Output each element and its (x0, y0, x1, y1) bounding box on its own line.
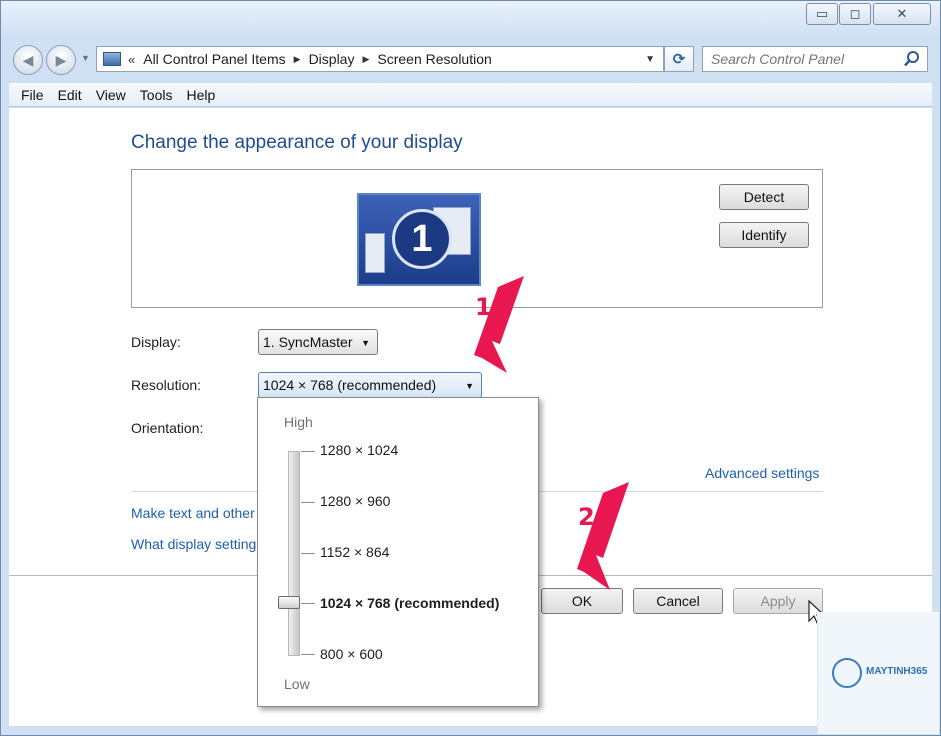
text-size-link[interactable]: Make text and other (131, 505, 255, 521)
forward-button[interactable]: ▶ (46, 45, 76, 75)
brand-name: MAYTINH365 (866, 666, 928, 677)
breadcrumb-display[interactable]: Display (309, 51, 355, 67)
minimize-icon: ▭ (815, 6, 829, 21)
navigation-bar: ◀ ▶ ▼ « All Control Panel Items ▶ Displa… (1, 39, 940, 77)
recent-pages-dropdown-icon[interactable]: ▼ (81, 53, 90, 63)
resolution-option-1280x960[interactable]: 1280 × 960 (320, 493, 390, 509)
orientation-label: Orientation: (131, 420, 204, 436)
resolution-slider-thumb[interactable] (278, 596, 300, 609)
breadcrumb-overflow[interactable]: « (128, 52, 135, 67)
low-label: Low (284, 676, 310, 692)
slider-tick (301, 451, 315, 452)
forward-arrow-icon: ▶ (55, 51, 67, 68)
control-panel-icon (103, 52, 121, 66)
resolution-slider-track[interactable] (288, 451, 300, 656)
menu-file[interactable]: File (21, 87, 44, 103)
page-title: Change the appearance of your display (131, 132, 463, 153)
back-button[interactable]: ◀ (13, 45, 43, 75)
back-arrow-icon: ◀ (22, 51, 34, 68)
watermark-logo: MAYTINH365 (817, 612, 939, 734)
resolution-option-1024x768-selected[interactable]: 1024 × 768 (recommended) (320, 595, 499, 611)
maximize-icon: ◻ (849, 6, 861, 21)
breadcrumb-screen-resolution[interactable]: Screen Resolution (377, 51, 491, 67)
window-preview (365, 233, 385, 273)
chevron-down-icon: ▼ (465, 381, 474, 391)
breadcrumb-arrow-icon[interactable]: ▶ (294, 54, 301, 65)
display-label: Display: (131, 334, 181, 350)
slider-tick (301, 654, 315, 655)
resolution-dropdown-popup[interactable]: High 1280 × 1024 1280 × 960 1152 × 864 1… (257, 397, 539, 707)
monitor-number-badge: 1 (392, 209, 452, 269)
display-select-value: 1. SyncMaster (263, 334, 353, 350)
refresh-icon: ⟳ (672, 51, 686, 68)
search-icon[interactable] (903, 50, 921, 68)
menu-bar: File Edit View Tools Help (9, 83, 932, 107)
menu-help[interactable]: Help (186, 87, 215, 103)
chevron-down-icon: ▼ (361, 338, 370, 348)
monitor-preview-panel: 1 Detect Identify (131, 169, 823, 308)
slider-tick (301, 603, 315, 604)
breadcrumb-all-control-panel-items[interactable]: All Control Panel Items (143, 51, 285, 67)
menu-edit[interactable]: Edit (58, 87, 82, 103)
close-button[interactable]: ✕ (873, 3, 931, 25)
search-box[interactable] (702, 46, 928, 72)
resolution-label: Resolution: (131, 377, 202, 393)
brand-logo-icon (832, 658, 862, 688)
high-label: High (284, 414, 313, 430)
display-settings-help-link[interactable]: What display setting (131, 536, 256, 552)
close-icon: ✕ (896, 6, 908, 21)
identify-button[interactable]: Identify (719, 222, 809, 248)
advanced-settings-link[interactable]: Advanced settings (705, 465, 819, 481)
ok-button[interactable]: OK (541, 588, 623, 614)
minimize-button[interactable]: ▭ (806, 3, 838, 25)
slider-tick (301, 553, 315, 554)
slider-tick (301, 502, 315, 503)
resolution-option-1152x864[interactable]: 1152 × 864 (320, 544, 389, 560)
cancel-button[interactable]: Cancel (633, 588, 723, 614)
resolution-select[interactable]: 1024 × 768 (recommended) ▼ (258, 372, 482, 398)
maximize-button[interactable]: ◻ (839, 3, 871, 25)
title-bar: ▭ ◻ ✕ (1, 1, 940, 37)
resolution-select-value: 1024 × 768 (recommended) (263, 377, 437, 393)
detect-button[interactable]: Detect (719, 184, 809, 210)
address-bar[interactable]: « All Control Panel Items ▶ Display ▶ Sc… (96, 46, 664, 72)
monitor-1-thumbnail[interactable]: 1 (357, 193, 481, 286)
refresh-button[interactable]: ⟳ (664, 46, 694, 72)
address-dropdown-icon[interactable]: ▼ (645, 54, 655, 65)
search-input[interactable] (711, 51, 901, 67)
step-1-label: 1 (475, 293, 492, 321)
menu-view[interactable]: View (96, 87, 126, 103)
resolution-option-800x600[interactable]: 800 × 600 (320, 646, 383, 662)
step-2-label: 2 (578, 503, 595, 531)
breadcrumb-arrow-icon[interactable]: ▶ (362, 54, 369, 65)
menu-tools[interactable]: Tools (140, 87, 173, 103)
display-select[interactable]: 1. SyncMaster ▼ (258, 329, 378, 355)
resolution-option-1280x1024[interactable]: 1280 × 1024 (320, 442, 398, 458)
